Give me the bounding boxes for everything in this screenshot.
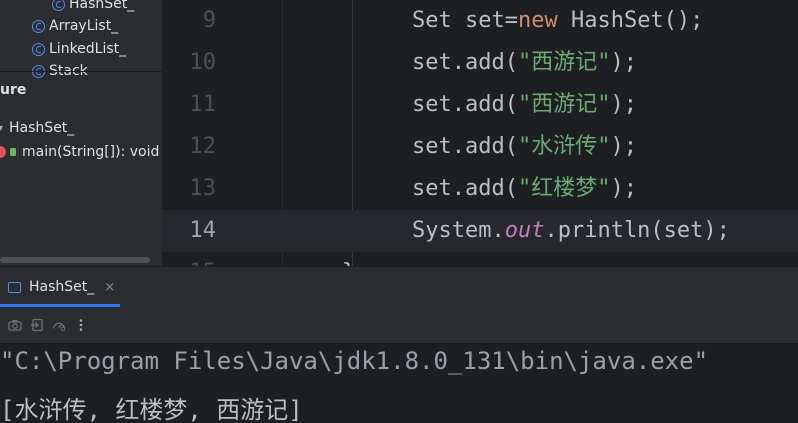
run-toolbar [0, 307, 798, 343]
exit-icon[interactable] [30, 318, 44, 332]
tree-item-label: HashSet_ [69, 0, 135, 12]
console-command-line: "C:\Program Files\Java\jdk1.8.0_131\bin\… [0, 347, 709, 375]
code-text: } [342, 252, 355, 266]
gauge-icon[interactable] [52, 318, 66, 332]
more-icon[interactable] [74, 318, 88, 332]
code-editor[interactable]: 9 Set set=new HashSet(); 10 set.add("西游记… [162, 0, 798, 266]
line-number: 9 [202, 8, 216, 33]
class-icon [32, 42, 45, 56]
run-tab-bar: HashSet_ × [0, 266, 798, 307]
code-line[interactable]: 11 set.add("西游记"); [162, 84, 798, 126]
code-line-current[interactable]: 14 System.out.println(set); [162, 210, 798, 252]
line-number: 11 [189, 92, 217, 117]
code-line[interactable]: 12 set.add("水浒传"); [162, 126, 798, 168]
line-number: 12 [189, 134, 217, 159]
code-line[interactable]: 10 set.add("西游记"); [162, 42, 798, 84]
console-result-line: [水浒传, 红楼梦, 西游记] [0, 396, 303, 423]
code-text: set.add("西游记"); [412, 92, 637, 117]
code-text: set.add("西游记"); [412, 50, 637, 75]
project-structure-pane: HashSet_ ArrayList_ LinkedList_ Stack ur… [0, 0, 162, 266]
code-line[interactable]: 15 } [162, 252, 798, 266]
code-line[interactable]: 13 set.add("红楼梦"); [162, 168, 798, 210]
tree-item-label: LinkedList_ [49, 41, 127, 57]
structure-method-label: main(String[]): void [22, 144, 160, 160]
console-output[interactable]: "C:\Program Files\Java\jdk1.8.0_131\bin\… [0, 343, 798, 423]
public-access-icon [10, 148, 16, 156]
line-number: 10 [189, 50, 217, 75]
code-text: set.add("红楼梦"); [412, 176, 637, 201]
structure-method-node[interactable]: main(String[]): void [0, 141, 159, 163]
tree-item-hashset[interactable]: HashSet_ [52, 0, 134, 15]
chevron-down-icon[interactable]: ▾ [0, 123, 3, 134]
pane-divider [0, 71, 162, 72]
line-number: 13 [189, 176, 217, 201]
code-text: System.out.println(set); [412, 218, 730, 243]
camera-icon[interactable] [8, 318, 22, 332]
tab-label: HashSet_ [29, 279, 95, 295]
line-number: 14 [189, 218, 217, 243]
structure-class-label: HashSet_ [9, 120, 75, 136]
horizontal-scrollbar[interactable] [0, 257, 150, 263]
structure-class-node[interactable]: ▾ HashSet_ [0, 117, 74, 139]
tree-item-arraylist[interactable]: ArrayList_ [32, 15, 118, 37]
code-text: Set set=new HashSet(); [412, 8, 704, 33]
console-icon [8, 281, 21, 293]
line-number: 15 [162, 252, 217, 266]
structure-title: ure [0, 82, 27, 98]
code-line[interactable]: 9 Set set=new HashSet(); [162, 0, 798, 42]
close-icon[interactable]: × [104, 280, 115, 295]
method-icon [0, 146, 6, 158]
tree-item-label: ArrayList_ [49, 18, 119, 34]
class-icon [52, 0, 65, 11]
class-icon [32, 19, 45, 33]
tab-run-hashset[interactable]: HashSet_ × [8, 276, 115, 298]
tree-item-linkedlist[interactable]: LinkedList_ [32, 38, 126, 60]
code-text: set.add("水浒传"); [412, 134, 637, 159]
